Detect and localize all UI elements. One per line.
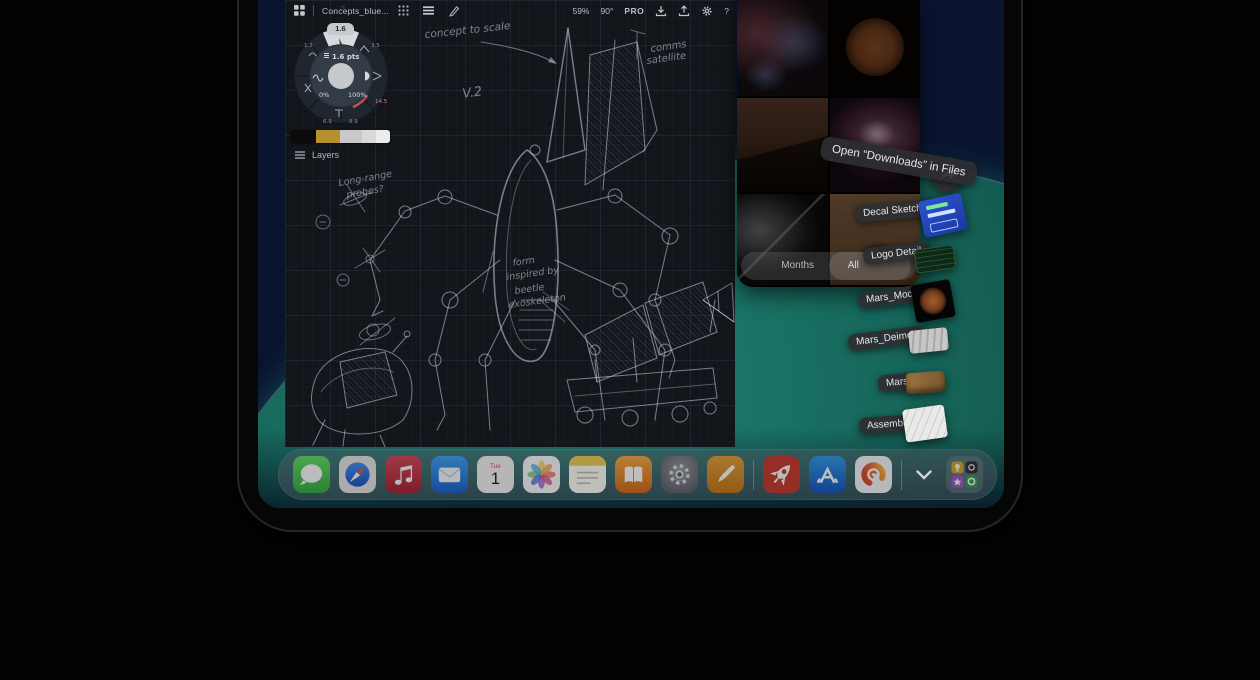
dock: Tue1 — [278, 449, 997, 500]
workspace-grid-icon[interactable] — [294, 5, 305, 16]
tool-wheel[interactable]: 1.3 3.5 14.5 8.9 6.9 1.6 pts 0% 100% — [291, 26, 391, 126]
dock-app-appstore[interactable] — [809, 456, 846, 493]
chevron-down-icon — [917, 471, 930, 478]
photo-grid — [737, 0, 920, 285]
mars-globe-photo[interactable] — [830, 0, 921, 96]
orion-nebula-photo[interactable] — [830, 98, 921, 192]
wheel-size-s-right: 8.9 — [349, 119, 358, 125]
wheel-knob[interactable] — [328, 63, 354, 89]
dock-collapse-button[interactable] — [911, 456, 937, 493]
pro-badge[interactable]: PRO — [624, 6, 644, 16]
annotation-form: form — [512, 255, 536, 269]
document-title[interactable]: Concepts_blue... — [322, 6, 389, 16]
rover-sketch — [567, 282, 734, 426]
dock-divider — [901, 460, 902, 490]
filter-tab-all[interactable]: All — [848, 252, 859, 280]
concepts-toolbar: Concepts_blue... 59% 90° PRO ? — [285, 0, 735, 21]
mars-surface-photo[interactable] — [737, 98, 828, 192]
screenshot-stage: concept to scale V.2 comms satellite Lon… — [0, 0, 1260, 680]
selected-swatch-dot — [341, 5, 345, 9]
dock-app-concepts[interactable] — [855, 456, 892, 493]
import-icon[interactable] — [655, 5, 667, 17]
ipad-screen: concept to scale V.2 comms satellite Lon… — [258, 0, 1004, 508]
opacity-min: 0% — [319, 91, 329, 99]
layers-stack-icon[interactable] — [422, 5, 435, 16]
filter-tab-months[interactable]: Months — [781, 252, 814, 280]
probe-sketches — [316, 185, 395, 345]
wheel-size-se: 14.5 — [375, 99, 388, 105]
annotation-scale: concept to scale — [424, 20, 511, 41]
nebula-photo[interactable] — [737, 0, 828, 96]
pod-sketch — [311, 331, 412, 447]
color-swatch-bar[interactable] — [290, 130, 390, 143]
swatch-gold[interactable] — [316, 130, 340, 143]
dock-app-settings[interactable] — [661, 456, 698, 493]
opacity-max: 100% — [348, 91, 367, 99]
swatch-black[interactable] — [290, 130, 316, 143]
dock-app-calendar[interactable]: Tue1 — [477, 456, 514, 493]
dock-app-sketch-pen[interactable] — [707, 456, 744, 493]
wheel-size-s-left: 6.9 — [323, 119, 332, 125]
dock-app-messages[interactable] — [293, 456, 330, 493]
swatch-gray[interactable] — [340, 130, 362, 143]
zoom-level[interactable]: 59% — [572, 6, 589, 16]
layers-panel-header[interactable]: Layers — [295, 150, 339, 160]
annotation-version: V.2 — [461, 84, 483, 102]
mech-sketch — [370, 28, 678, 430]
dots-grid-icon[interactable] — [398, 5, 409, 16]
dock-app-books[interactable] — [615, 456, 652, 493]
active-size-badge: 1.6 — [327, 23, 354, 35]
dock-app-photos[interactable] — [523, 456, 560, 493]
dock-app-safari[interactable] — [339, 456, 376, 493]
dock-app-mail[interactable] — [431, 456, 468, 493]
dock-divider — [753, 460, 754, 490]
wheel-center-size: 1.6 pts — [332, 53, 359, 61]
settings-gear-icon[interactable] — [701, 5, 713, 17]
photos-app-window[interactable]: Months All — [737, 0, 920, 287]
dock-app-library[interactable] — [946, 456, 983, 493]
toolbar-divider — [313, 5, 314, 16]
dock-app-music[interactable] — [385, 456, 422, 493]
concepts-canvas[interactable]: concept to scale V.2 comms satellite Lon… — [285, 0, 735, 447]
photos-filter-bar: Months All — [741, 252, 916, 280]
filter-all-pill — [829, 252, 911, 280]
dock-app-notes[interactable] — [569, 456, 606, 493]
swatch-white[interactable] — [376, 130, 390, 143]
share-export-icon[interactable] — [678, 5, 690, 17]
wheel-size-nw: 1.3 — [304, 43, 313, 49]
stylus-icon[interactable] — [448, 5, 460, 17]
help-icon[interactable]: ? — [724, 6, 729, 16]
swatch-lightgray[interactable] — [362, 130, 376, 143]
layers-label: Layers — [312, 150, 339, 160]
layers-menu-icon — [295, 151, 305, 159]
dock-app-rocket[interactable] — [763, 456, 800, 493]
calendar-day: 1 — [490, 469, 499, 488]
wheel-size-ne: 3.5 — [371, 43, 380, 49]
rotation-value[interactable]: 90° — [600, 6, 613, 16]
